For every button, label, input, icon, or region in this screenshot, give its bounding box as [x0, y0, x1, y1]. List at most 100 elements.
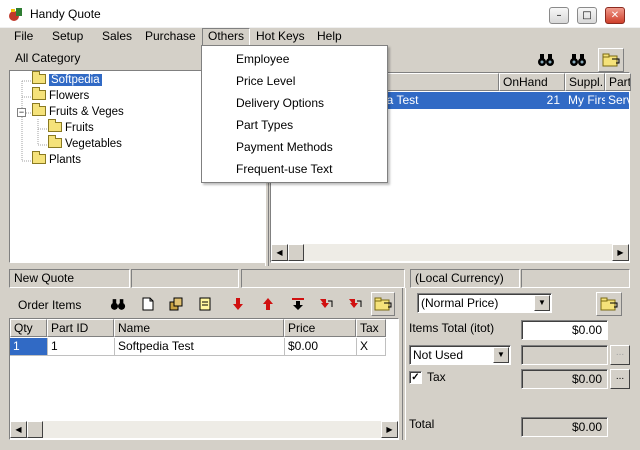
order-part-id-cell[interactable]: 1 [47, 338, 114, 355]
menu-item-payment-methods[interactable]: Payment Methods [202, 136, 387, 158]
parts-column-part[interactable]: Part [605, 73, 631, 91]
open-folder-icon [374, 297, 392, 311]
tree-item-label: Fruits [65, 122, 94, 134]
maximize-button[interactable]: □ [577, 7, 597, 24]
open-folder-button[interactable] [598, 48, 624, 72]
order-tax-cell[interactable]: X [356, 338, 386, 355]
chevron-down-icon[interactable]: ▼ [534, 295, 550, 311]
scroll-left-icon[interactable]: ◀ [271, 244, 288, 261]
folder-icon [48, 135, 62, 148]
tree-item-flowers[interactable]: Flowers [32, 87, 90, 105]
reorder-icon [349, 299, 362, 308]
reorder-button[interactable] [344, 294, 366, 314]
order-items-grid[interactable]: Qty Part ID Name Price Tax 1 1 Softpedia… [9, 318, 399, 440]
status-segment [131, 269, 239, 288]
items-total-label: Items Total (itot) [409, 321, 495, 335]
parts-column-supplier[interactable]: Suppl... [565, 73, 605, 91]
find-part-button[interactable] [107, 294, 129, 314]
open-folder-button[interactable] [596, 292, 622, 316]
menu-setup[interactable]: Setup [47, 28, 88, 47]
items-total-field[interactable]: $0.00 [521, 320, 608, 340]
menu-file[interactable]: File [9, 28, 38, 47]
new-document-icon [142, 297, 154, 311]
menu-item-delivery-options[interactable]: Delivery Options [202, 92, 387, 114]
folder-icon [32, 151, 46, 164]
new-item-button[interactable] [137, 294, 159, 314]
close-button[interactable]: ✕ [605, 7, 625, 24]
order-column-part-id[interactable]: Part ID [47, 319, 114, 337]
tree-item-label: Flowers [49, 90, 90, 102]
delivery-amount-field [521, 345, 608, 365]
category-header: All Category [15, 51, 81, 65]
tax-amount-field: $0.00 [521, 369, 608, 389]
note-icon [199, 297, 211, 311]
menu-item-employee[interactable]: Employee [202, 48, 387, 70]
part-supplier-cell: My First [568, 93, 605, 107]
order-price-cell[interactable]: $0.00 [284, 338, 356, 355]
title-bar: Handy Quote – □ ✕ [0, 0, 640, 28]
tree-item-label: Fruits & Veges [49, 106, 124, 118]
order-qty-cell[interactable]: 1 [10, 338, 47, 355]
tree-item-plants[interactable]: Plants [32, 151, 81, 169]
open-folder-icon [600, 297, 618, 311]
notes-button[interactable] [194, 294, 216, 314]
move-up-button[interactable] [257, 294, 279, 314]
parts-horizontal-scrollbar[interactable]: ◀ ▶ [271, 244, 629, 261]
total-label: Total [409, 417, 435, 431]
part-name-cell: ia Test [384, 93, 419, 107]
menu-sales[interactable]: Sales [97, 28, 137, 47]
move-bottom-icon [292, 298, 304, 310]
stock-button[interactable] [165, 294, 187, 314]
app-logo-icon [9, 8, 22, 21]
scroll-thumb[interactable] [27, 421, 43, 438]
tree-item-label: Plants [49, 154, 81, 166]
table-row[interactable]: 1 1 Softpedia Test $0.00 X [10, 338, 386, 356]
move-bottom-button[interactable] [287, 294, 309, 314]
delivery-value: Not Used [413, 348, 464, 362]
scroll-right-icon[interactable]: ▶ [612, 244, 629, 261]
tree-item-softpedia[interactable]: Softpedia [32, 71, 102, 89]
menu-purchase[interactable]: Purchase [140, 28, 201, 47]
parts-column-onhand[interactable]: OnHand [499, 73, 565, 91]
tree-collapse-icon[interactable]: − [17, 108, 26, 117]
others-menu: Employee Price Level Delivery Options Pa… [201, 45, 388, 183]
boxes-icon [169, 297, 183, 311]
tax-checkbox[interactable]: ✓ [409, 371, 422, 384]
delivery-options-button[interactable]: ... [610, 345, 630, 365]
order-name-cell[interactable]: Softpedia Test [114, 338, 284, 355]
sort-icon [320, 299, 333, 308]
currency-status: (Local Currency) [410, 269, 520, 288]
find-button[interactable] [535, 50, 557, 70]
move-down-button[interactable] [227, 294, 249, 314]
chevron-down-icon[interactable]: ▼ [493, 347, 509, 363]
tree-item-fruits-veges[interactable]: Fruits & Veges [32, 103, 124, 121]
part-type-cell: Serv [608, 93, 629, 107]
order-column-price[interactable]: Price [284, 319, 356, 337]
folder-icon [32, 103, 46, 116]
sort-button[interactable] [315, 294, 337, 314]
tree-item-label: Softpedia [49, 74, 102, 86]
delivery-select[interactable]: Not Used ▼ [409, 345, 511, 365]
tree-item-label: Vegetables [65, 138, 122, 150]
open-folder-button[interactable] [371, 292, 395, 316]
price-level-value: (Normal Price) [421, 296, 499, 310]
scroll-thumb[interactable] [288, 244, 304, 261]
order-column-name[interactable]: Name [114, 319, 284, 337]
order-horizontal-scrollbar[interactable]: ◀ ▶ [10, 421, 398, 438]
tax-label: Tax [427, 370, 446, 384]
scroll-right-icon[interactable]: ▶ [381, 421, 398, 438]
menu-item-frequent-use-text[interactable]: Frequent-use Text [202, 158, 387, 180]
order-column-tax[interactable]: Tax [356, 319, 386, 337]
find-next-button[interactable] [567, 50, 589, 70]
menu-item-price-level[interactable]: Price Level [202, 70, 387, 92]
minimize-button[interactable]: – [549, 7, 569, 24]
order-column-qty[interactable]: Qty [10, 319, 47, 337]
open-folder-icon [602, 53, 620, 67]
menu-item-part-types[interactable]: Part Types [202, 114, 387, 136]
scroll-left-icon[interactable]: ◀ [10, 421, 27, 438]
binoculars-icon [570, 54, 586, 66]
arrow-up-icon [263, 298, 273, 310]
tax-options-button[interactable]: ... [610, 369, 630, 389]
tree-item-vegetables[interactable]: Vegetables [48, 135, 122, 153]
price-level-select[interactable]: (Normal Price) ▼ [417, 293, 552, 313]
